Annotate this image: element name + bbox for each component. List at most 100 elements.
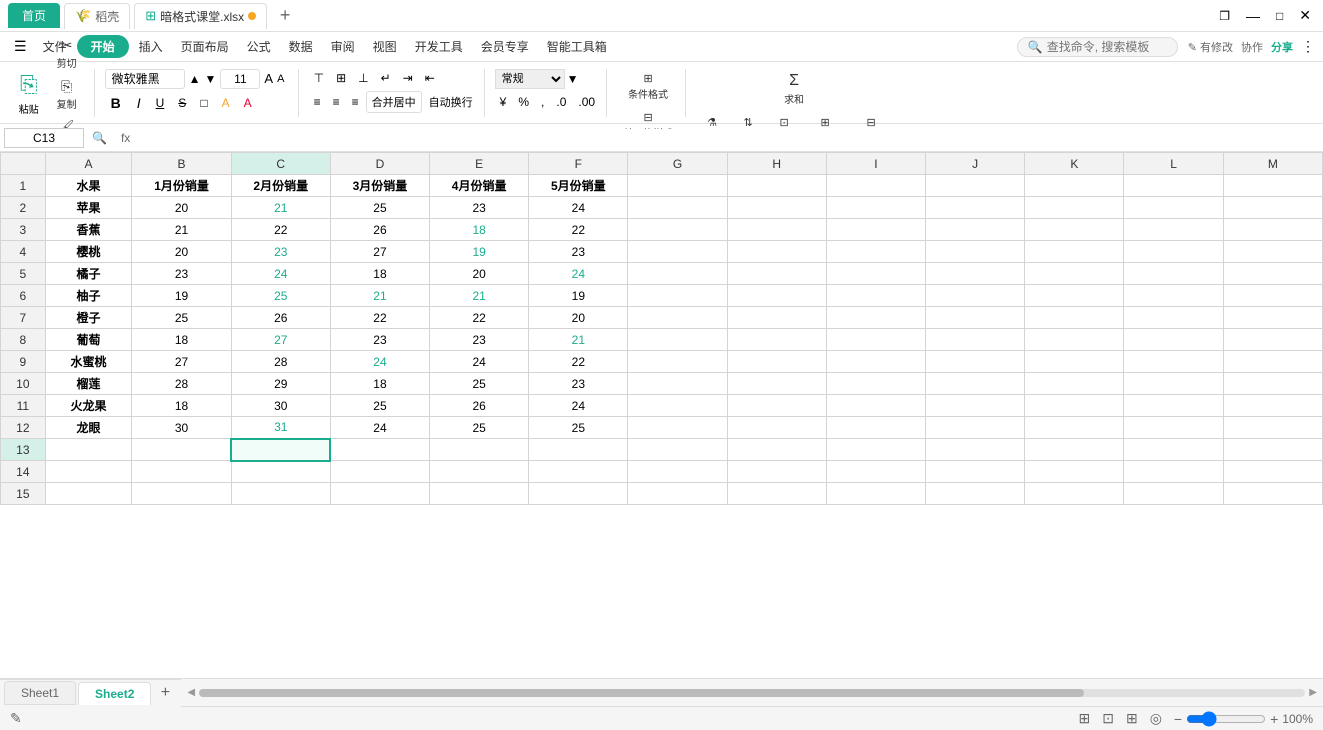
currency-button[interactable]: ¥ — [495, 93, 512, 111]
cell-F11[interactable]: 24 — [529, 395, 628, 417]
view-normal-icon[interactable]: ⊞ — [1079, 710, 1091, 727]
cell-E3[interactable]: 18 — [430, 219, 529, 241]
cell-J12[interactable] — [926, 417, 1025, 439]
cell-F4[interactable]: 23 — [529, 241, 628, 263]
cell-D12[interactable]: 24 — [330, 417, 429, 439]
cell-K6[interactable] — [1025, 285, 1124, 307]
cell-L8[interactable] — [1124, 329, 1223, 351]
cell-G3[interactable] — [628, 219, 727, 241]
align-left-button[interactable]: ≡ — [309, 93, 326, 111]
cell-L1[interactable] — [1124, 175, 1223, 197]
sheet-tab-sheet1[interactable]: Sheet1 — [4, 681, 76, 705]
cell-H1[interactable] — [727, 175, 826, 197]
cell-F7[interactable]: 20 — [529, 307, 628, 329]
cell-B11[interactable]: 18 — [132, 395, 231, 417]
auto-wrap-button[interactable]: 自动换行 — [424, 92, 478, 112]
cell-G6[interactable] — [628, 285, 727, 307]
cell-J9[interactable] — [926, 351, 1025, 373]
cell-D8[interactable]: 23 — [330, 329, 429, 351]
view-layout-icon[interactable]: ⊡ — [1102, 710, 1114, 727]
cell-C10[interactable]: 29 — [231, 373, 330, 395]
cell-M11[interactable] — [1223, 395, 1322, 417]
cell-I5[interactable] — [826, 263, 925, 285]
cell-I15[interactable] — [826, 483, 925, 505]
percent-button[interactable]: % — [513, 93, 534, 111]
cell-C13[interactable] — [231, 439, 330, 461]
more-menu-icon[interactable]: ⋮ — [1301, 38, 1315, 55]
cell-A4[interactable]: 樱桃 — [45, 241, 132, 263]
cell-F9[interactable]: 22 — [529, 351, 628, 373]
cell-I10[interactable] — [826, 373, 925, 395]
cell-A11[interactable]: 火龙果 — [45, 395, 132, 417]
cell-A9[interactable]: 水蜜桃 — [45, 351, 132, 373]
font-color-button[interactable]: A — [239, 94, 257, 112]
formula-search-icon[interactable]: 🔍 — [88, 131, 111, 145]
menu-review[interactable]: 审阅 — [323, 35, 363, 58]
add-sheet-button[interactable]: + — [153, 681, 177, 705]
row-header-15[interactable]: 15 — [1, 483, 46, 505]
new-tab-button[interactable]: + — [271, 4, 299, 28]
cell-G13[interactable] — [628, 439, 727, 461]
number-format-dropdown-icon[interactable]: ▼ — [567, 72, 579, 86]
cell-G9[interactable] — [628, 351, 727, 373]
cut-button[interactable]: ✂ 剪切 — [46, 34, 88, 73]
cell-A10[interactable]: 榴莲 — [45, 373, 132, 395]
col-header-i[interactable]: I — [826, 153, 925, 175]
cell-K12[interactable] — [1025, 417, 1124, 439]
menu-layout[interactable]: 页面布局 — [173, 35, 237, 58]
cell-A2[interactable]: 苹果 — [45, 197, 132, 219]
cell-L15[interactable] — [1124, 483, 1223, 505]
cell-I13[interactable] — [826, 439, 925, 461]
cell-D13[interactable] — [330, 439, 429, 461]
cell-B7[interactable]: 25 — [132, 307, 231, 329]
col-header-j[interactable]: J — [926, 153, 1025, 175]
cell-K9[interactable] — [1025, 351, 1124, 373]
row-header-3[interactable]: 3 — [1, 219, 46, 241]
cell-F8[interactable]: 21 — [529, 329, 628, 351]
col-header-m[interactable]: M — [1223, 153, 1322, 175]
cell-K14[interactable] — [1025, 461, 1124, 483]
cell-E15[interactable] — [430, 483, 529, 505]
cell-J2[interactable] — [926, 197, 1025, 219]
cell-E13[interactable] — [430, 439, 529, 461]
cell-E12[interactable]: 25 — [430, 417, 529, 439]
cell-E9[interactable]: 24 — [430, 351, 529, 373]
cell-G7[interactable] — [628, 307, 727, 329]
cell-K5[interactable] — [1025, 263, 1124, 285]
cell-H12[interactable] — [727, 417, 826, 439]
row-header-5[interactable]: 5 — [1, 263, 46, 285]
menu-view[interactable]: 视图 — [365, 35, 405, 58]
cell-B1[interactable]: 1月份销量 — [132, 175, 231, 197]
cell-K3[interactable] — [1025, 219, 1124, 241]
cell-L5[interactable] — [1124, 263, 1223, 285]
cell-B13[interactable] — [132, 439, 231, 461]
share-btn[interactable]: 分享 — [1271, 39, 1293, 55]
cell-E4[interactable]: 19 — [430, 241, 529, 263]
cell-B3[interactable]: 21 — [132, 219, 231, 241]
col-header-a[interactable]: A — [45, 153, 132, 175]
cell-reference-input[interactable] — [4, 128, 84, 148]
cell-F15[interactable] — [529, 483, 628, 505]
cell-B10[interactable]: 28 — [132, 373, 231, 395]
cell-K10[interactable] — [1025, 373, 1124, 395]
cell-K15[interactable] — [1025, 483, 1124, 505]
cell-D2[interactable]: 25 — [330, 197, 429, 219]
cell-D9[interactable]: 24 — [330, 351, 429, 373]
cell-I2[interactable] — [826, 197, 925, 219]
font-size-input[interactable] — [220, 69, 260, 89]
italic-button[interactable]: I — [131, 93, 147, 113]
paste-button[interactable]: ⎘ — [14, 69, 44, 101]
view-eye-icon[interactable]: ◎ — [1150, 710, 1162, 727]
sum-button[interactable]: Σ 求和 — [778, 69, 810, 109]
cell-F1[interactable]: 5月份销量 — [529, 175, 628, 197]
row-header-10[interactable]: 10 — [1, 373, 46, 395]
cell-F13[interactable] — [529, 439, 628, 461]
cell-C9[interactable]: 28 — [231, 351, 330, 373]
align-top-button[interactable]: ⊤ — [309, 69, 329, 87]
row-header-8[interactable]: 8 — [1, 329, 46, 351]
col-header-l[interactable]: L — [1124, 153, 1223, 175]
cell-K4[interactable] — [1025, 241, 1124, 263]
row-header-6[interactable]: 6 — [1, 285, 46, 307]
cell-B12[interactable]: 30 — [132, 417, 231, 439]
cell-L10[interactable] — [1124, 373, 1223, 395]
